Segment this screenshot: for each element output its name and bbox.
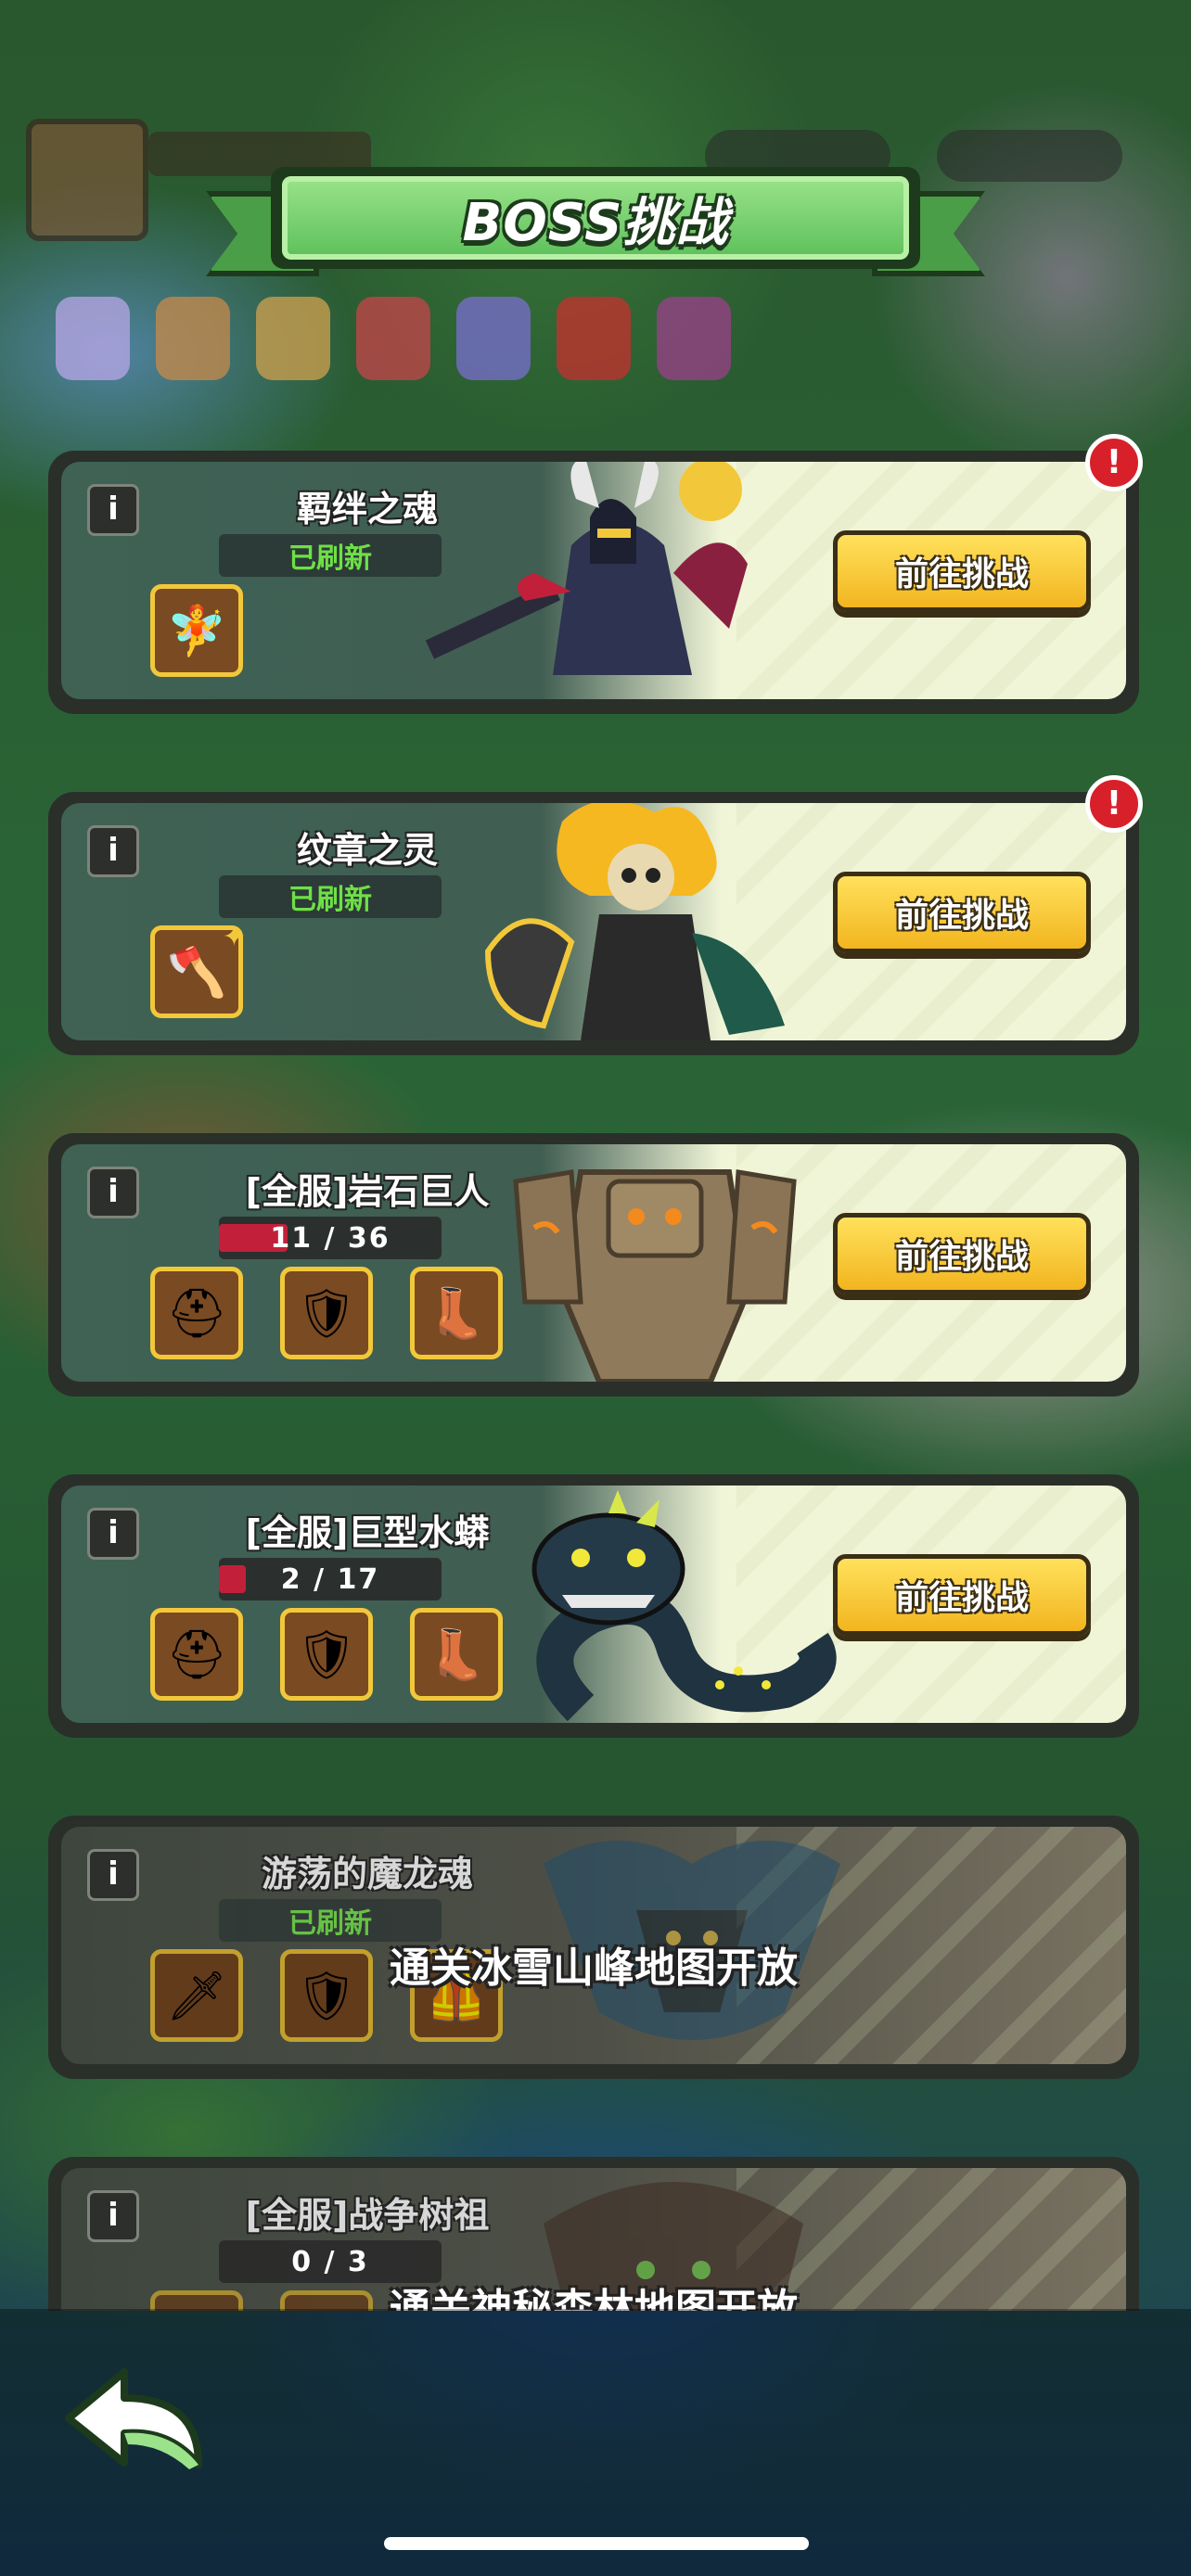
hp-progress: 2 / 17	[219, 1558, 442, 1600]
reward-items: ⛑ 🛡 👢	[150, 1267, 503, 1359]
boss-list[interactable]: i 羁绊之魂 已刷新 🧚 前往挑战 ! i 纹章之灵 已刷新 🪓 ✦ 前往挑战 …	[0, 0, 1191, 2311]
boss-name: 游荡的魔龙魂	[261, 1854, 473, 1894]
sparkle-icon: ✦	[222, 921, 246, 953]
info-button[interactable]: i	[87, 825, 139, 877]
boss-name: [全服]巨型水蟒	[245, 1512, 490, 1553]
unlock-requirement: 通关冰雪山峰地图开放	[390, 1945, 798, 1992]
back-button[interactable]	[59, 2363, 217, 2483]
helmet-icon[interactable]: ⛑	[150, 1267, 243, 1359]
boss-name: 羁绊之魂	[296, 489, 438, 529]
status-badge: 已刷新	[219, 534, 442, 577]
reward-items: 🧚	[150, 584, 243, 677]
boss-card-1[interactable]: i 羁绊之魂 已刷新 🧚 前往挑战 !	[48, 434, 1143, 714]
helmet-icon[interactable]: ⛑	[150, 1608, 243, 1701]
alert-icon: !	[1085, 434, 1143, 491]
status-badge: 已刷新	[219, 875, 442, 918]
info-button[interactable]: i	[87, 1508, 139, 1560]
boss-card-5-locked[interactable]: i 游荡的魔龙魂 已刷新 🗡 🛡 🦺 通关冰雪山峰地图开放	[48, 1816, 1139, 2079]
challenge-button[interactable]: 前往挑战	[833, 530, 1091, 612]
fairy-icon[interactable]: 🧚	[150, 584, 243, 677]
boss-name: [全服]战争树祖	[245, 2195, 490, 2236]
challenge-button[interactable]: 前往挑战	[833, 1213, 1091, 1294]
home-indicator[interactable]	[384, 2537, 809, 2550]
boss-card-3[interactable]: i [全服]岩石巨人 11 / 36 ⛑ 🛡 👢 前往挑战	[48, 1133, 1139, 1396]
armor-icon[interactable]: 🛡	[280, 1608, 373, 1701]
boots-icon[interactable]: 👢	[410, 1267, 503, 1359]
info-button[interactable]: i	[87, 484, 139, 536]
challenge-button[interactable]: 前往挑战	[833, 1554, 1091, 1636]
armor-icon[interactable]: 🛡	[280, 1267, 373, 1359]
axe-icon[interactable]: 🪓 ✦	[150, 921, 246, 1018]
boss-name: 纹章之灵	[296, 830, 438, 871]
unlock-requirement: 通关神秘森林地图开放	[390, 2286, 798, 2311]
alert-icon: !	[1085, 775, 1143, 833]
info-button[interactable]: i	[87, 2190, 139, 2242]
reward-items: 🪓 ✦	[150, 921, 246, 1018]
progress-text: 11 / 36	[270, 1221, 391, 1255]
reward-items: ⛑ 🛡 👢	[150, 1608, 503, 1701]
boss-name: [全服]岩石巨人	[245, 1171, 490, 1212]
info-button[interactable]: i	[87, 1167, 139, 1218]
back-arrow-icon	[65, 2368, 202, 2469]
boss-card-6-locked[interactable]: i [全服]战争树祖 0 / 3 通关神秘森林地图开放	[48, 2157, 1139, 2311]
info-button[interactable]: i	[87, 1849, 139, 1901]
challenge-button[interactable]: 前往挑战	[833, 872, 1091, 953]
boss-card-2[interactable]: i 纹章之灵 已刷新 🪓 ✦ 前往挑战 !	[48, 775, 1143, 1055]
boss-card-4[interactable]: i [全服]巨型水蟒 2 / 17 ⛑ 🛡 👢 前往挑战	[48, 1474, 1139, 1738]
progress-text: 2 / 17	[280, 1562, 380, 1596]
hp-progress: 11 / 36	[219, 1217, 442, 1259]
boots-icon[interactable]: 👢	[410, 1608, 503, 1701]
